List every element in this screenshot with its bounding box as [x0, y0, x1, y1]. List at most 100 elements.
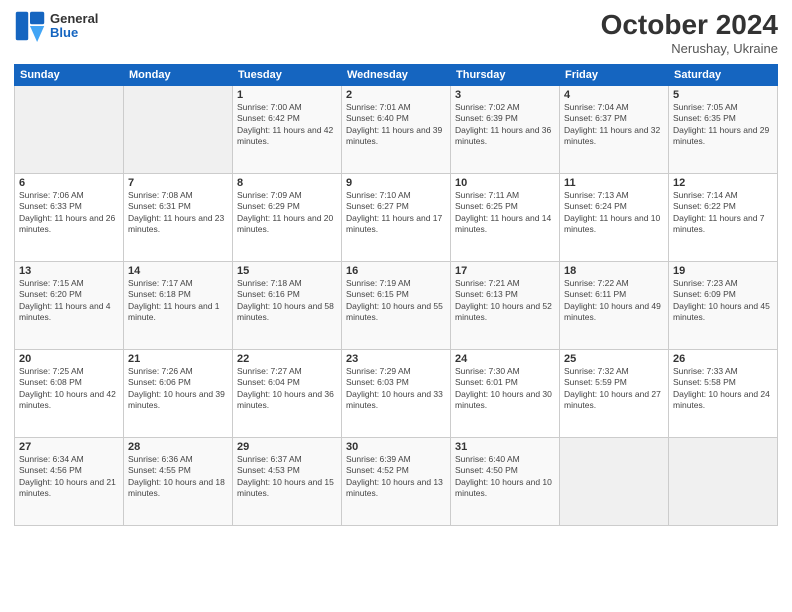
calendar-cell: 1Sunrise: 7:00 AMSunset: 6:42 PMDaylight… [233, 85, 342, 173]
calendar-cell: 24Sunrise: 7:30 AMSunset: 6:01 PMDayligh… [451, 349, 560, 437]
logo-line1: General [50, 12, 98, 26]
day-number: 23 [346, 353, 446, 365]
calendar-cell: 7Sunrise: 7:08 AMSunset: 6:31 PMDaylight… [124, 173, 233, 261]
calendar-cell: 29Sunrise: 6:37 AMSunset: 4:53 PMDayligh… [233, 437, 342, 525]
calendar-cell: 8Sunrise: 7:09 AMSunset: 6:29 PMDaylight… [233, 173, 342, 261]
calendar-cell: 6Sunrise: 7:06 AMSunset: 6:33 PMDaylight… [15, 173, 124, 261]
day-number: 12 [673, 177, 773, 189]
day-info: Sunrise: 7:19 AMSunset: 6:15 PMDaylight:… [346, 278, 446, 324]
calendar-cell: 25Sunrise: 7:32 AMSunset: 5:59 PMDayligh… [560, 349, 669, 437]
day-info: Sunrise: 7:15 AMSunset: 6:20 PMDaylight:… [19, 278, 119, 324]
day-info: Sunrise: 7:33 AMSunset: 5:58 PMDaylight:… [673, 366, 773, 412]
weekday-header-thursday: Thursday [451, 64, 560, 85]
calendar-cell: 20Sunrise: 7:25 AMSunset: 6:08 PMDayligh… [15, 349, 124, 437]
day-info: Sunrise: 7:06 AMSunset: 6:33 PMDaylight:… [19, 190, 119, 236]
day-number: 1 [237, 89, 337, 101]
calendar-cell: 23Sunrise: 7:29 AMSunset: 6:03 PMDayligh… [342, 349, 451, 437]
day-info: Sunrise: 6:40 AMSunset: 4:50 PMDaylight:… [455, 454, 555, 500]
day-number: 8 [237, 177, 337, 189]
month-year: October 2024 [601, 10, 778, 41]
logo-line2: Blue [50, 26, 98, 40]
calendar-cell: 16Sunrise: 7:19 AMSunset: 6:15 PMDayligh… [342, 261, 451, 349]
calendar-cell: 21Sunrise: 7:26 AMSunset: 6:06 PMDayligh… [124, 349, 233, 437]
location: Nerushay, Ukraine [601, 41, 778, 56]
weekday-header-wednesday: Wednesday [342, 64, 451, 85]
calendar-cell: 26Sunrise: 7:33 AMSunset: 5:58 PMDayligh… [669, 349, 778, 437]
calendar-cell: 10Sunrise: 7:11 AMSunset: 6:25 PMDayligh… [451, 173, 560, 261]
weekday-header-friday: Friday [560, 64, 669, 85]
day-number: 27 [19, 441, 119, 453]
day-info: Sunrise: 7:30 AMSunset: 6:01 PMDaylight:… [455, 366, 555, 412]
day-info: Sunrise: 7:25 AMSunset: 6:08 PMDaylight:… [19, 366, 119, 412]
calendar-cell: 12Sunrise: 7:14 AMSunset: 6:22 PMDayligh… [669, 173, 778, 261]
calendar-cell [124, 85, 233, 173]
calendar-cell: 15Sunrise: 7:18 AMSunset: 6:16 PMDayligh… [233, 261, 342, 349]
day-number: 26 [673, 353, 773, 365]
day-info: Sunrise: 7:00 AMSunset: 6:42 PMDaylight:… [237, 102, 337, 148]
calendar-cell: 3Sunrise: 7:02 AMSunset: 6:39 PMDaylight… [451, 85, 560, 173]
calendar-cell: 13Sunrise: 7:15 AMSunset: 6:20 PMDayligh… [15, 261, 124, 349]
day-info: Sunrise: 6:36 AMSunset: 4:55 PMDaylight:… [128, 454, 228, 500]
day-number: 31 [455, 441, 555, 453]
calendar-cell: 19Sunrise: 7:23 AMSunset: 6:09 PMDayligh… [669, 261, 778, 349]
day-info: Sunrise: 7:21 AMSunset: 6:13 PMDaylight:… [455, 278, 555, 324]
weekday-header-monday: Monday [124, 64, 233, 85]
day-number: 3 [455, 89, 555, 101]
calendar-cell: 11Sunrise: 7:13 AMSunset: 6:24 PMDayligh… [560, 173, 669, 261]
day-number: 24 [455, 353, 555, 365]
day-number: 9 [346, 177, 446, 189]
day-number: 18 [564, 265, 664, 277]
calendar-cell: 9Sunrise: 7:10 AMSunset: 6:27 PMDaylight… [342, 173, 451, 261]
calendar-cell [15, 85, 124, 173]
calendar-cell: 28Sunrise: 6:36 AMSunset: 4:55 PMDayligh… [124, 437, 233, 525]
day-info: Sunrise: 7:01 AMSunset: 6:40 PMDaylight:… [346, 102, 446, 148]
calendar-cell: 30Sunrise: 6:39 AMSunset: 4:52 PMDayligh… [342, 437, 451, 525]
day-number: 28 [128, 441, 228, 453]
day-number: 11 [564, 177, 664, 189]
day-info: Sunrise: 7:22 AMSunset: 6:11 PMDaylight:… [564, 278, 664, 324]
day-info: Sunrise: 7:17 AMSunset: 6:18 PMDaylight:… [128, 278, 228, 324]
day-number: 13 [19, 265, 119, 277]
day-number: 2 [346, 89, 446, 101]
calendar-cell: 31Sunrise: 6:40 AMSunset: 4:50 PMDayligh… [451, 437, 560, 525]
day-number: 20 [19, 353, 119, 365]
day-info: Sunrise: 7:09 AMSunset: 6:29 PMDaylight:… [237, 190, 337, 236]
calendar-cell: 17Sunrise: 7:21 AMSunset: 6:13 PMDayligh… [451, 261, 560, 349]
day-number: 25 [564, 353, 664, 365]
calendar-cell: 4Sunrise: 7:04 AMSunset: 6:37 PMDaylight… [560, 85, 669, 173]
calendar-cell: 18Sunrise: 7:22 AMSunset: 6:11 PMDayligh… [560, 261, 669, 349]
day-info: Sunrise: 7:13 AMSunset: 6:24 PMDaylight:… [564, 190, 664, 236]
day-info: Sunrise: 7:23 AMSunset: 6:09 PMDaylight:… [673, 278, 773, 324]
calendar-cell [669, 437, 778, 525]
calendar-cell [560, 437, 669, 525]
calendar-cell: 5Sunrise: 7:05 AMSunset: 6:35 PMDaylight… [669, 85, 778, 173]
day-number: 17 [455, 265, 555, 277]
day-number: 19 [673, 265, 773, 277]
day-info: Sunrise: 7:26 AMSunset: 6:06 PMDaylight:… [128, 366, 228, 412]
day-info: Sunrise: 6:39 AMSunset: 4:52 PMDaylight:… [346, 454, 446, 500]
day-info: Sunrise: 7:32 AMSunset: 5:59 PMDaylight:… [564, 366, 664, 412]
day-number: 22 [237, 353, 337, 365]
day-number: 5 [673, 89, 773, 101]
page-header: General Blue October 2024 Nerushay, Ukra… [14, 10, 778, 56]
logo-icon [14, 10, 46, 42]
day-info: Sunrise: 6:37 AMSunset: 4:53 PMDaylight:… [237, 454, 337, 500]
day-number: 30 [346, 441, 446, 453]
day-number: 16 [346, 265, 446, 277]
day-info: Sunrise: 7:27 AMSunset: 6:04 PMDaylight:… [237, 366, 337, 412]
calendar-cell: 14Sunrise: 7:17 AMSunset: 6:18 PMDayligh… [124, 261, 233, 349]
day-number: 6 [19, 177, 119, 189]
day-info: Sunrise: 7:11 AMSunset: 6:25 PMDaylight:… [455, 190, 555, 236]
day-info: Sunrise: 7:18 AMSunset: 6:16 PMDaylight:… [237, 278, 337, 324]
logo: General Blue [14, 10, 98, 42]
day-info: Sunrise: 7:08 AMSunset: 6:31 PMDaylight:… [128, 190, 228, 236]
day-number: 10 [455, 177, 555, 189]
day-number: 14 [128, 265, 228, 277]
day-info: Sunrise: 7:29 AMSunset: 6:03 PMDaylight:… [346, 366, 446, 412]
day-number: 7 [128, 177, 228, 189]
calendar-cell: 27Sunrise: 6:34 AMSunset: 4:56 PMDayligh… [15, 437, 124, 525]
day-number: 29 [237, 441, 337, 453]
logo-text: General Blue [50, 12, 98, 41]
weekday-header-sunday: Sunday [15, 64, 124, 85]
day-number: 15 [237, 265, 337, 277]
